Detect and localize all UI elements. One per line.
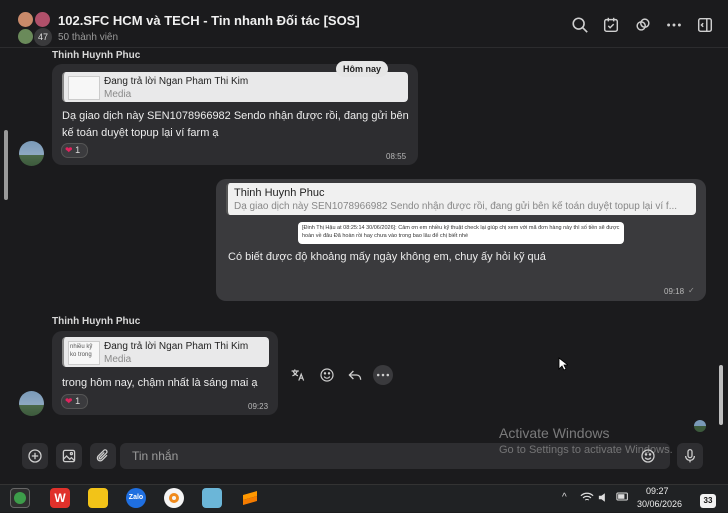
more-actions-icon[interactable] <box>373 365 393 385</box>
date-divider: Hôm nay <box>336 61 388 77</box>
message-text: Dạ giao dịch này SEN1078966982 Sendo nhậ… <box>62 110 409 139</box>
sticky-notes-icon[interactable] <box>88 488 108 508</box>
image-icon[interactable] <box>56 443 82 469</box>
reply-title: Đang trả lời Ngan Pham Thi Kim <box>104 76 249 87</box>
chevron-up-icon[interactable]: ^ <box>562 492 567 503</box>
scrollbar-left[interactable] <box>4 130 8 200</box>
link-icon[interactable] <box>634 16 652 34</box>
translate-icon[interactable] <box>288 365 308 385</box>
wps-office-icon[interactable]: W <box>50 488 70 508</box>
message-text: Có biết được độ khoảng mấy ngày không em… <box>228 251 546 263</box>
reply-icon[interactable] <box>345 365 365 385</box>
chat-window: 47 102.SFC HCM và TECH - Tin nhanh Đối t… <box>0 0 728 484</box>
add-icon[interactable] <box>22 443 48 469</box>
activation-watermark-text: Go to Settings to activate Windows. <box>499 444 673 456</box>
chat-header: 47 102.SFC HCM và TECH - Tin nhanh Đối t… <box>0 0 728 48</box>
more-icon[interactable] <box>665 16 683 34</box>
media-thumbnail <box>68 76 100 100</box>
seen-avatar <box>694 420 706 432</box>
volume-icon[interactable] <box>598 492 610 506</box>
reply-name: Thinh Huynh Phuc <box>234 187 325 199</box>
avatar[interactable] <box>19 141 44 166</box>
app-icon-green[interactable] <box>10 488 30 508</box>
search-icon[interactable] <box>571 16 589 34</box>
chat-title[interactable]: 102.SFC HCM và TECH - Tin nhanh Đối tác … <box>58 13 360 28</box>
network-icon[interactable] <box>580 492 594 506</box>
attachment-icon[interactable] <box>90 443 116 469</box>
member-avatar <box>35 12 50 27</box>
reaction-count: 1 <box>75 396 81 406</box>
reply-quote[interactable]: Thinh Huynh Phuc Dạ giao dịch này SEN107… <box>226 183 696 215</box>
message-text: trong hôm nay, chậm nhất là sáng mai ạ <box>62 377 258 389</box>
mouse-cursor <box>558 357 570 371</box>
side-panel-icon[interactable] <box>696 16 714 34</box>
calendar-icon[interactable] <box>602 16 620 34</box>
message-bubble[interactable]: nhiều kỹ ko trong Đang trả lời Ngan Pham… <box>52 331 278 415</box>
reply-quote[interactable]: nhiều kỹ ko trong Đang trả lời Ngan Pham… <box>62 337 269 367</box>
member-avatar <box>18 12 33 27</box>
reply-subtitle: Media <box>104 354 132 365</box>
heart-icon: ❤ <box>65 396 73 406</box>
reaction-count: 1 <box>75 145 81 155</box>
quoted-screenshot-text: [Đinh Thị Hậu at 08:25:14 30/06/2026]: C… <box>298 222 624 244</box>
reply-subtitle: Media <box>104 89 132 100</box>
message-bubble[interactable]: Đang trả lời Ngan Pham Thi Kim Media Dạ … <box>52 64 418 165</box>
sender-name: Thinh Huynh Phuc <box>52 50 141 61</box>
member-count-badge: 47 <box>34 28 52 46</box>
reaction-badge[interactable]: ❤ 1 <box>61 394 88 409</box>
seen-check-icon: ✓ <box>688 286 695 295</box>
sublime-icon[interactable] <box>240 488 260 508</box>
app-icon-blue[interactable] <box>202 488 222 508</box>
media-thumbnail: nhiều kỹ ko trong <box>68 341 100 365</box>
battery-icon[interactable] <box>616 492 630 504</box>
notification-badge[interactable]: 33 <box>700 494 716 508</box>
heart-icon: ❤ <box>65 145 73 155</box>
member-avatar <box>18 29 33 44</box>
app-icon-orange[interactable] <box>164 488 184 508</box>
reply-text: Dạ giao dịch này SEN1078966982 Sendo nhậ… <box>234 201 678 212</box>
clock-time[interactable]: 09:27 <box>646 486 669 496</box>
emoji-icon[interactable] <box>317 365 337 385</box>
clock-date[interactable]: 30/06/2026 <box>637 499 682 509</box>
member-count[interactable]: 50 thành viên <box>58 32 118 43</box>
reaction-badge[interactable]: ❤ 1 <box>61 143 88 158</box>
activation-watermark-title: Activate Windows <box>499 425 610 441</box>
message-time: 09:18 <box>664 287 685 296</box>
message-time: 09:23 <box>248 402 269 411</box>
microphone-icon[interactable] <box>677 443 703 469</box>
sender-name: Thinh Huynh Phuc <box>52 316 141 327</box>
scrollbar-right[interactable] <box>719 365 723 425</box>
reply-title: Đang trả lời Ngan Pham Thi Kim <box>104 341 249 352</box>
group-avatar[interactable]: 47 <box>18 12 52 46</box>
avatar[interactable] <box>19 391 44 416</box>
zalo-icon[interactable]: Zalo <box>126 488 146 508</box>
message-time: 08:55 <box>386 152 407 161</box>
